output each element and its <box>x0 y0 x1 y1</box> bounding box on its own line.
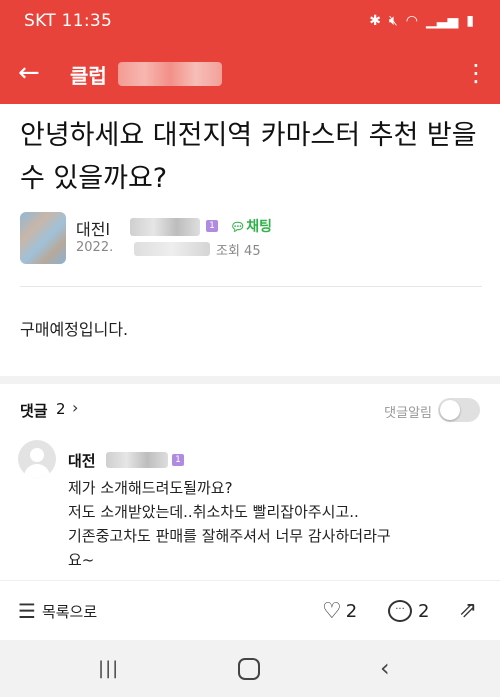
signal-icon: ▁▃▅ <box>425 13 459 29</box>
post-date: 2022. <box>76 240 114 255</box>
heart-icon: ♡ <box>322 598 342 624</box>
person-icon-body <box>24 464 50 478</box>
list-button[interactable]: ☰ 목록으로 <box>18 599 97 623</box>
comments-header: 댓글 2 › 댓글알림 <box>20 398 480 424</box>
comment-alert-label: 댓글알림 <box>384 406 432 421</box>
comment-line: 제가 소개해드려도될까요? <box>68 479 233 497</box>
author-name[interactable]: 대전l <box>76 216 110 240</box>
divider <box>20 286 482 287</box>
comment-author[interactable]: 대전 <box>68 450 96 471</box>
status-time: SKT 11:35 <box>24 11 113 31</box>
nav-back-icon[interactable]: ‹ <box>380 654 390 682</box>
comment-author-redacted <box>106 452 168 468</box>
back-arrow-icon[interactable]: ← <box>18 58 48 88</box>
more-options-icon[interactable]: ⋮ <box>464 58 488 88</box>
like-button[interactable]: ♡ 2 <box>322 597 357 625</box>
app-bar: ← 클럽 ⋮ <box>0 44 500 104</box>
comment-avatar[interactable] <box>18 440 56 478</box>
club-name-redacted <box>118 62 222 86</box>
chat-button[interactable]: 💬︎채팅 <box>230 216 272 236</box>
comment-line: 요~ <box>68 551 95 569</box>
comment-item: 대전 1 제가 소개해드려도될까요? 저도 소개받았는데..취소차도 빨리잡아주… <box>18 440 480 580</box>
person-icon <box>30 448 44 462</box>
mute-icon: 🔇︎ <box>388 13 398 29</box>
system-nav-bar: ||| ‹ <box>0 640 500 697</box>
comment-alert-toggle[interactable] <box>438 398 480 422</box>
share-icon[interactable]: ⇗ <box>454 597 482 625</box>
level-badge: 1 <box>206 220 218 232</box>
bluetooth-icon: ✱ <box>369 13 381 29</box>
like-count: 2 <box>345 600 358 622</box>
comment-button[interactable]: ··· 2 <box>388 597 429 625</box>
wifi-icon: ◠ <box>405 13 418 29</box>
home-icon[interactable] <box>238 658 260 680</box>
post-title: 안녕하세요 대전지역 카마스터 추천 받을 수 있을까요? <box>20 120 477 194</box>
view-count: 조회 45 <box>216 244 261 259</box>
status-bar: SKT 11:35 ✱ 🔇︎ ◠ ▁▃▅ ▮ <box>0 0 500 44</box>
toggle-knob <box>440 400 460 420</box>
comment-level-badge: 1 <box>172 454 184 466</box>
chevron-right-icon[interactable]: › <box>72 398 78 417</box>
author-avatar[interactable] <box>20 212 66 264</box>
post-author: 대전l 1 💬︎채팅 2022. 조회 45 <box>20 210 480 266</box>
post-body: 구매예정입니다. <box>20 320 129 339</box>
recent-apps-icon[interactable]: ||| <box>98 658 119 679</box>
post-date-redacted <box>134 242 210 256</box>
comment-line: 저도 소개받았는데..취소차도 빨리잡아주시고.. <box>68 503 359 521</box>
battery-icon: ▮ <box>466 13 474 29</box>
comment-line: 기존중고차도 판매를 잘해주셔서 너무 감사하더라구 <box>68 527 391 545</box>
chat-bubble-icon: 💬︎ <box>230 220 246 234</box>
club-title: 클럽 <box>70 64 107 88</box>
section-divider <box>0 376 500 384</box>
comments-count[interactable]: 2 <box>56 400 66 418</box>
status-icons: ✱ 🔇︎ ◠ ▁▃▅ ▮ <box>369 12 474 30</box>
list-label: 목록으로 <box>41 602 98 621</box>
bottom-action-bar: ☰ 목록으로 ♡ 2 ··· 2 ⇗ <box>0 580 500 640</box>
comments-label[interactable]: 댓글 <box>20 400 48 421</box>
comment-text: 제가 소개해드려도될까요? 저도 소개받았는데..취소차도 빨리잡아주시고.. … <box>68 476 480 572</box>
author-name-redacted <box>130 218 200 236</box>
menu-lines-icon: ☰ <box>18 599 36 623</box>
comment-count: 2 <box>418 600 430 622</box>
chat-label: 채팅 <box>246 219 272 235</box>
comment-bubble-icon: ··· <box>388 600 412 622</box>
